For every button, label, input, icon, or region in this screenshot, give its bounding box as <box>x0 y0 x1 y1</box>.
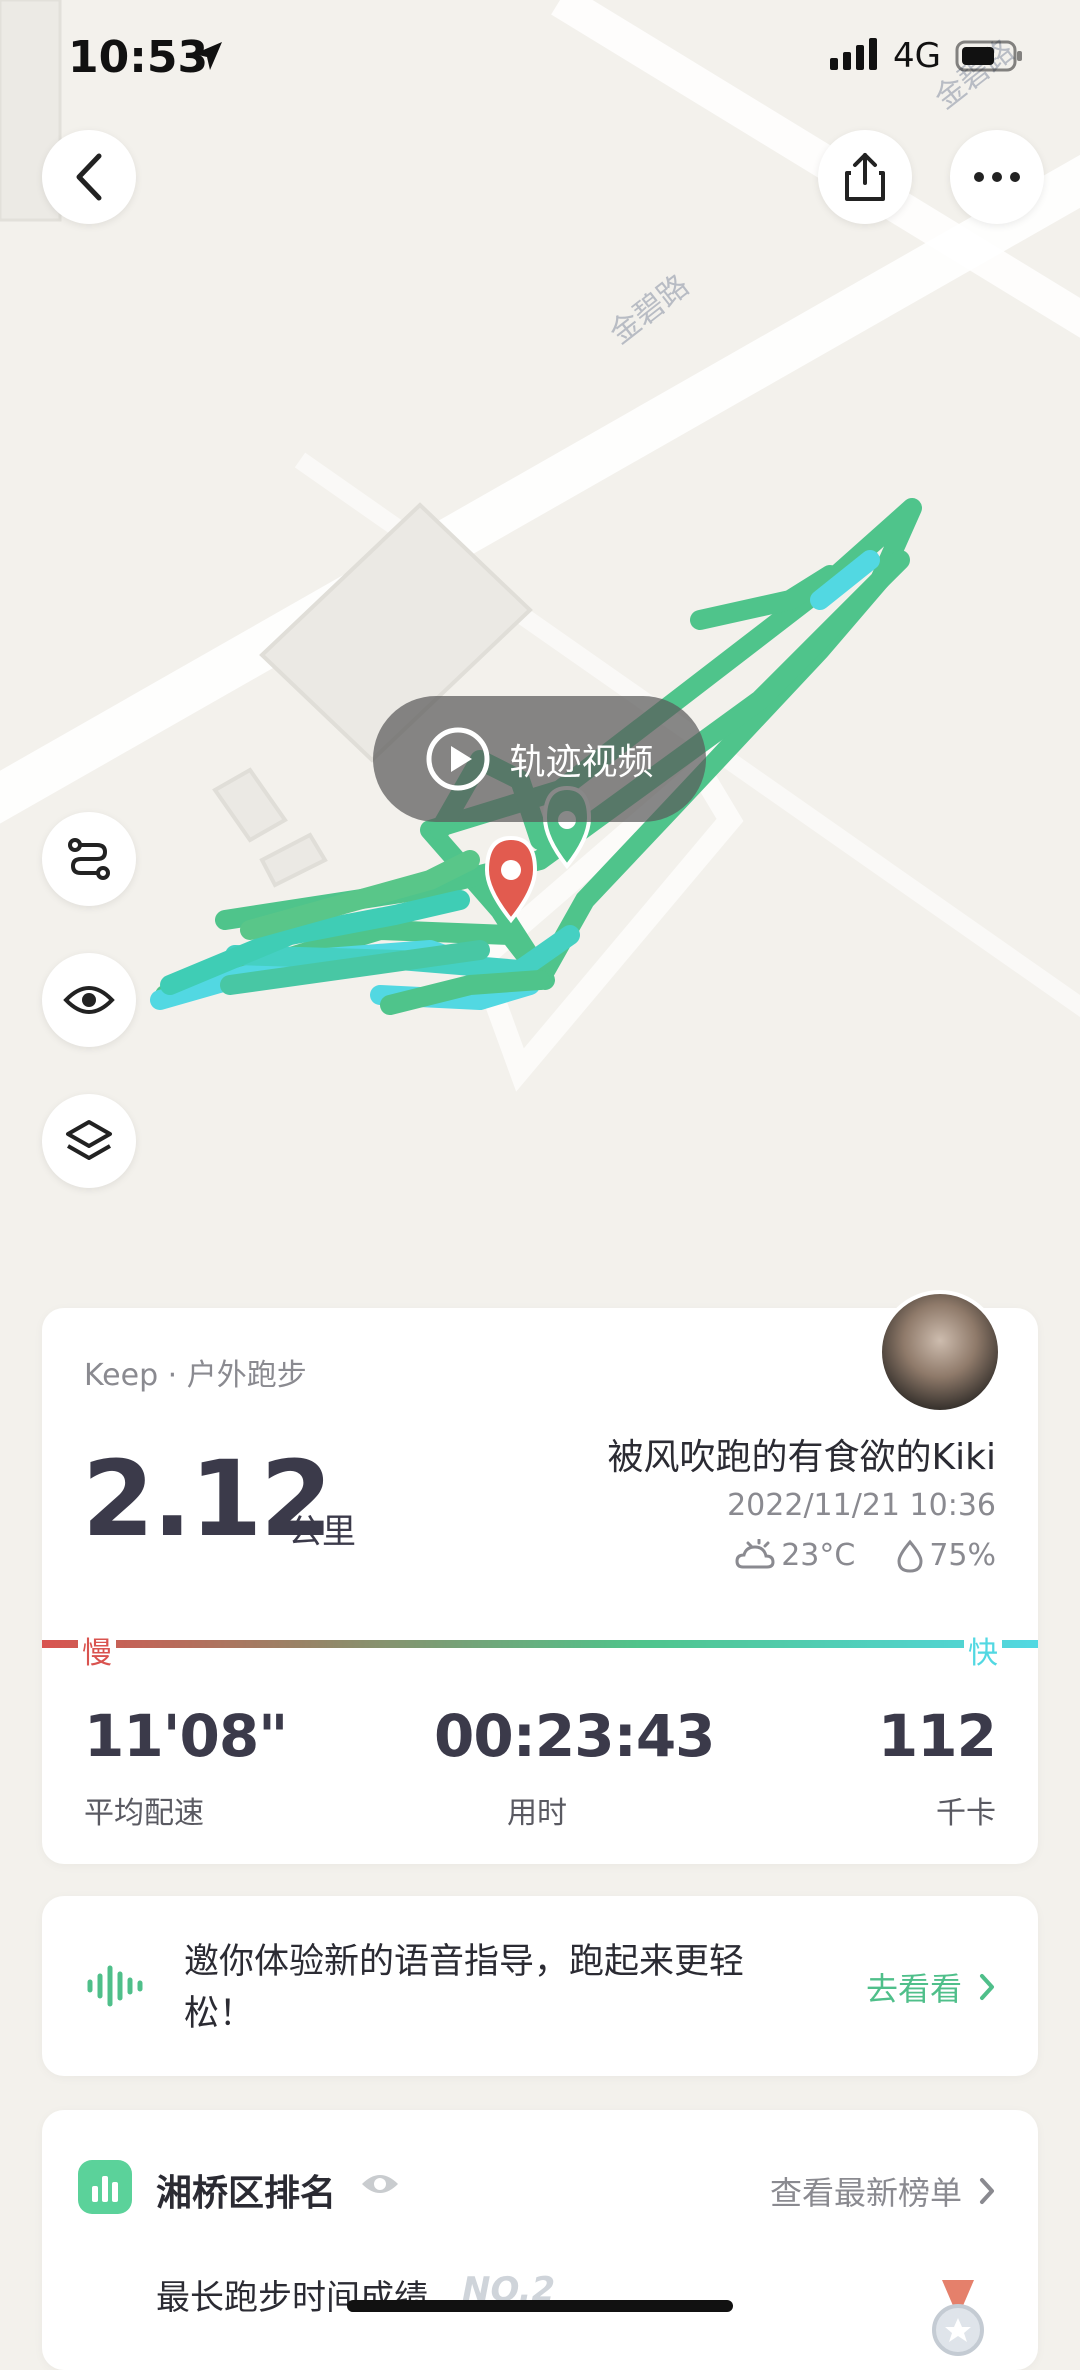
run-datetime: 2022/11/21 10:36 <box>727 1488 996 1523</box>
rank-chart-icon <box>78 2160 132 2214</box>
partly-cloudy-icon <box>735 1538 775 1568</box>
medal-icon <box>932 2280 984 2356</box>
network-type: 4G <box>893 36 941 76</box>
share-button[interactable] <box>818 130 912 224</box>
route-map[interactable]: 金碧路 金碧路 <box>0 0 1080 1330</box>
latest-rank-link[interactable]: 查看最新榜单 <box>770 2168 996 2214</box>
layers-button[interactable] <box>42 1094 136 1188</box>
user-nickname[interactable]: 被风吹跑的有食欲的Kiki <box>608 1428 996 1480</box>
signal-icon <box>830 38 877 70</box>
route-icon <box>68 838 110 880</box>
visibility-button[interactable] <box>42 953 136 1047</box>
eye-icon <box>63 986 115 1014</box>
duration-label: 用时 <box>507 1796 567 1831</box>
temperature: 23°C <box>781 1538 856 1573</box>
chevron-left-icon <box>76 153 102 201</box>
more-dots-icon <box>974 172 1020 182</box>
rank-title: 湘桥区排名 <box>156 2173 337 2214</box>
status-time: 10:53 <box>68 32 209 83</box>
avg-pace-value: 11'08" <box>84 1702 288 1770</box>
distance-unit: 公里 <box>288 1512 356 1552</box>
latest-rank-label: 查看最新榜单 <box>769 2174 962 2212</box>
track-video-label: 轨迹视频 <box>509 742 654 783</box>
avatar[interactable] <box>878 1290 1002 1414</box>
eye-icon[interactable] <box>360 2170 400 2198</box>
location-arrow-icon <box>194 42 222 70</box>
chevron-right-icon <box>980 2178 994 2204</box>
sound-wave-icon <box>87 1965 143 2007</box>
voice-guide-link-label: 去看看 <box>865 1970 962 2008</box>
run-summary-card: Keep · 户外跑步 2.12 公里 被风吹跑的有食欲的Kiki 2022/1… <box>42 1290 1038 1864</box>
track-video-button[interactable]: 轨迹视频 <box>373 696 706 822</box>
home-indicator[interactable] <box>347 2300 733 2312</box>
route-toggle-button[interactable] <box>42 812 136 906</box>
chevron-right-icon <box>980 1974 994 2000</box>
district-rank-card[interactable]: 湘桥区排名 查看最新榜单 最长跑步时间成绩 NO.2 <box>42 2110 1038 2370</box>
calories-label: 千卡 <box>936 1796 996 1831</box>
play-icon <box>426 727 490 791</box>
voice-guide-text: 邀你体验新的语音指导，跑起来更轻松！ <box>184 1942 745 2034</box>
activity-source: Keep · 户外跑步 <box>84 1358 307 1393</box>
more-button[interactable] <box>950 130 1044 224</box>
humidity: 75% <box>929 1538 996 1573</box>
status-bar: 10:53 4G <box>0 0 1080 110</box>
pace-slow-label: 慢 <box>78 1628 116 1672</box>
humidity-drop-icon <box>897 1539 923 1573</box>
voice-guide-link[interactable]: 去看看 <box>866 1964 996 2010</box>
pace-gradient-bar <box>42 1640 1038 1648</box>
battery-icon <box>955 40 1022 72</box>
back-button[interactable] <box>42 130 136 224</box>
pace-fast-label: 快 <box>964 1628 1002 1672</box>
voice-guide-card[interactable]: 邀你体验新的语音指导，跑起来更轻松！ 去看看 <box>42 1896 1038 2076</box>
duration-value: 00:23:43 <box>434 1702 716 1770</box>
share-icon <box>845 153 885 201</box>
avg-pace-label: 平均配速 <box>84 1796 204 1831</box>
calories-value: 112 <box>877 1702 997 1770</box>
layers-icon <box>66 1120 112 1160</box>
weather-info: 23°C 75% <box>735 1538 996 1573</box>
